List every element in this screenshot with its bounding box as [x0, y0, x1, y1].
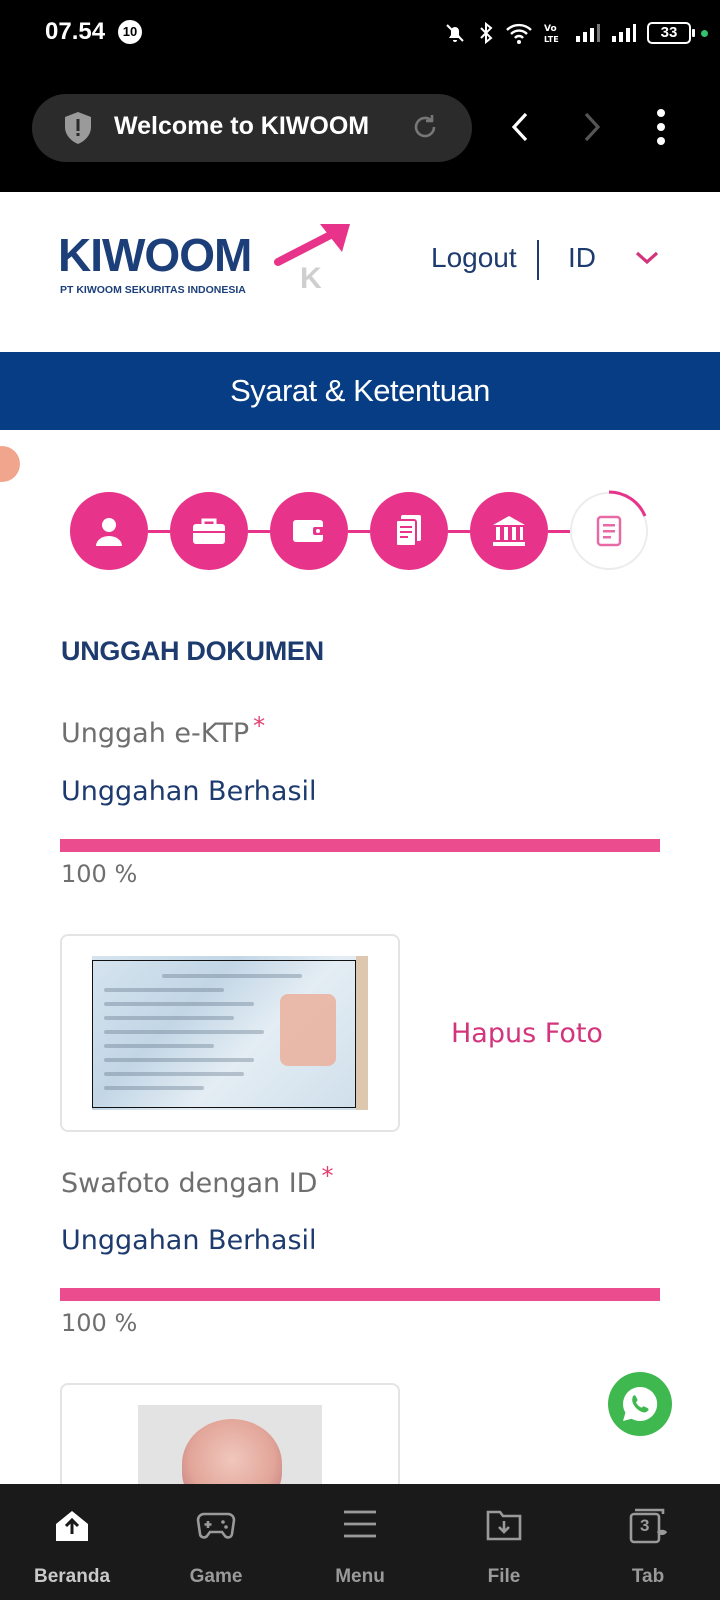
browser-toolbar: Welcome to KIWOOM [0, 66, 720, 192]
logo-arrow-icon: K [274, 224, 350, 292]
step-terms-current[interactable] [570, 490, 648, 570]
shield-icon[interactable] [62, 110, 94, 146]
menu-icon [344, 1510, 376, 1538]
ktp-text-line [104, 1002, 254, 1006]
ktp-progress-fill [60, 839, 660, 852]
ktp-text-line [104, 1072, 244, 1076]
ktp-text-line [162, 974, 302, 978]
ktp-upload-label: Unggah e-KTP * [61, 712, 265, 749]
nav-label-game: Game [189, 1566, 243, 1587]
stepper-connector [548, 530, 570, 533]
status-time: 07.54 [45, 18, 106, 45]
nav-item-tab[interactable]: 3 Tab [576, 1484, 720, 1600]
back-arrow-icon[interactable] [508, 110, 532, 144]
nav-label-home: Beranda [33, 1566, 111, 1587]
svg-text:K: K [300, 262, 322, 292]
status-icons: Vo LTE 33 [443, 16, 708, 50]
browser-bottom-nav: Beranda Game Menu File 3 Tab [0, 1484, 720, 1600]
whatsapp-icon [623, 1386, 658, 1421]
signal-icon-2 [612, 24, 636, 42]
home-upload-icon [56, 1511, 88, 1541]
logo-wordmark: KIWOOM [58, 229, 252, 281]
delete-photo-button[interactable]: Hapus Foto [451, 1018, 603, 1049]
ktp-progress-bar [60, 839, 660, 852]
ktp-portrait [280, 994, 336, 1066]
ktp-upload-status: Unggahan Berhasil [61, 776, 317, 807]
briefcase-icon [193, 518, 225, 544]
page-title-in-address-bar: Welcome to KIWOOM [114, 112, 370, 140]
nav-item-home[interactable]: Beranda [0, 1484, 144, 1600]
wifi-icon [506, 23, 532, 44]
language-selector[interactable]: ID [568, 242, 596, 274]
step-documents[interactable] [370, 492, 448, 570]
selfie-upload-label: Swafoto dengan ID * [61, 1162, 333, 1199]
forward-arrow-icon[interactable] [580, 110, 604, 144]
nav-item-file[interactable]: File [432, 1484, 576, 1600]
step-personal-data[interactable] [70, 492, 148, 570]
ktp-photo-preview[interactable] [60, 934, 400, 1132]
reload-icon[interactable] [410, 112, 440, 142]
bank-icon [493, 516, 525, 546]
stepper-connector [148, 530, 170, 533]
notification-count-badge: 10 [118, 20, 142, 44]
ktp-label-text: Unggah e-KTP [61, 718, 250, 749]
status-bar: 07.54 10 Vo LTE 33 [0, 0, 720, 66]
svg-text:Vo: Vo [544, 24, 557, 34]
gamepad-icon [196, 1512, 236, 1539]
step-financial[interactable] [270, 492, 348, 570]
nav-label-file: File [487, 1566, 521, 1587]
progress-stepper [70, 490, 660, 572]
ktp-text-line [104, 1016, 234, 1020]
required-mark: * [253, 712, 266, 740]
nav-label-menu: Menu [335, 1566, 385, 1587]
ktp-text-line [104, 1030, 264, 1034]
ktp-text-line [104, 1086, 204, 1090]
selfie-progress-fill [60, 1288, 660, 1301]
download-folder-icon [486, 1510, 522, 1541]
whatsapp-chat-button[interactable] [608, 1372, 672, 1436]
selfie-label-text: Swafoto dengan ID [61, 1168, 318, 1199]
step-employment[interactable] [170, 492, 248, 570]
logout-link[interactable]: Logout [431, 242, 517, 274]
battery-icon: 33 [647, 22, 695, 44]
required-mark: * [321, 1162, 334, 1190]
stepper-connector [348, 530, 370, 533]
section-title-upload: UNGGAH DOKUMEN [61, 636, 324, 666]
ktp-progress-text: 100 % [61, 860, 138, 888]
user-icon [96, 518, 122, 546]
page-title: Syarat & Ketentuan [0, 352, 720, 430]
nav-label-tab: Tab [631, 1566, 665, 1587]
signal-icon-1 [576, 24, 600, 42]
selfie-progress-text: 100 % [61, 1309, 138, 1337]
ktp-image [92, 956, 368, 1110]
nav-item-game[interactable]: Game [144, 1484, 288, 1600]
site-header: KIWOOM PT KIWOOM SEKURITAS INDONESIA K L… [0, 192, 720, 352]
address-bar[interactable]: Welcome to KIWOOM [32, 94, 472, 162]
logo-subtitle: PT KIWOOM SEKURITAS INDONESIA [60, 284, 246, 296]
stepper-connector [248, 530, 270, 533]
floating-indicator-dot[interactable] [0, 446, 20, 482]
ktp-text-line [104, 1044, 214, 1048]
wallet-icon [293, 520, 325, 542]
selfie-progress-bar [60, 1288, 660, 1301]
volte-icon: VoLTE [544, 24, 559, 44]
nav-item-menu[interactable]: Menu [288, 1484, 432, 1600]
header-divider [537, 240, 539, 280]
bluetooth-icon [480, 21, 493, 45]
ktp-text-line [104, 1058, 254, 1062]
mute-bell-icon [446, 24, 464, 42]
privacy-indicator-dot [701, 29, 708, 37]
stepper-connector [448, 530, 470, 533]
selfie-upload-status: Unggahan Berhasil [61, 1225, 317, 1256]
ktp-text-line [104, 988, 224, 992]
document-icon [395, 515, 421, 547]
more-options-icon[interactable] [654, 108, 668, 146]
progress-arc [608, 490, 647, 517]
kiwoom-logo[interactable]: KIWOOM PT KIWOOM SEKURITAS INDONESIA K [58, 222, 350, 302]
step-bank[interactable] [470, 492, 548, 570]
tab-count: 3 [640, 1516, 650, 1535]
chevron-down-icon[interactable] [634, 250, 660, 266]
svg-text:LTE: LTE [544, 35, 559, 44]
